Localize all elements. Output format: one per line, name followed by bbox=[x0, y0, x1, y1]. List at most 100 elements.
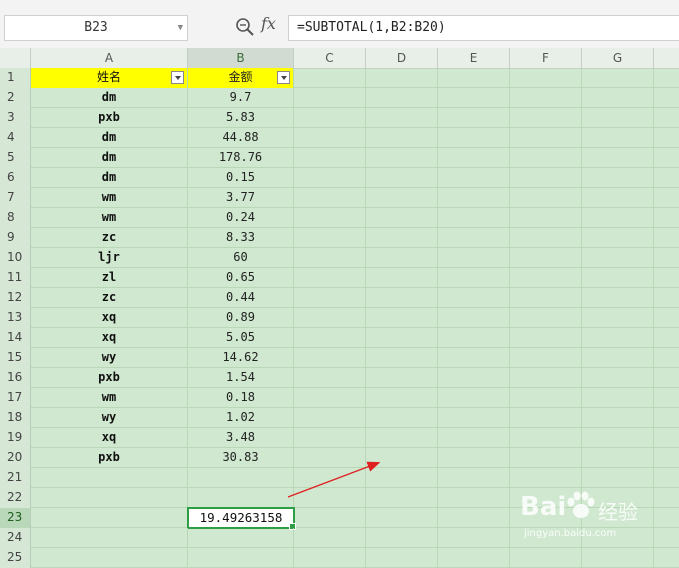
cell-b[interactable] bbox=[188, 468, 294, 488]
cell-f[interactable] bbox=[510, 148, 582, 168]
cell-a[interactable] bbox=[31, 508, 188, 528]
cell-e[interactable] bbox=[438, 328, 510, 348]
cell-amount[interactable]: 0.65 bbox=[188, 268, 294, 288]
cell-c[interactable] bbox=[294, 548, 366, 568]
fx-icon[interactable]: fx bbox=[261, 14, 276, 33]
cell-name[interactable]: xq bbox=[31, 428, 188, 448]
cell-f[interactable] bbox=[510, 168, 582, 188]
cell-f[interactable] bbox=[510, 548, 582, 568]
cell-amount[interactable]: 60 bbox=[188, 248, 294, 268]
cell-f[interactable] bbox=[510, 408, 582, 428]
cell-d[interactable] bbox=[366, 128, 438, 148]
cell-g[interactable] bbox=[582, 108, 654, 128]
cell-e[interactable] bbox=[438, 368, 510, 388]
row-header[interactable]: 21 bbox=[0, 468, 31, 488]
cell-e[interactable] bbox=[438, 168, 510, 188]
chevron-down-icon[interactable]: ▼ bbox=[178, 16, 183, 40]
cell-name[interactable]: wm bbox=[31, 188, 188, 208]
cell-g[interactable] bbox=[582, 228, 654, 248]
cell-name[interactable]: wy bbox=[31, 348, 188, 368]
row-header[interactable]: 23 bbox=[0, 508, 31, 528]
cell-g[interactable] bbox=[582, 308, 654, 328]
cell-e[interactable] bbox=[438, 288, 510, 308]
cell-name[interactable]: zl bbox=[31, 268, 188, 288]
select-all-corner[interactable] bbox=[0, 48, 31, 68]
row-header[interactable]: 6 bbox=[0, 168, 31, 188]
cell-d[interactable] bbox=[366, 468, 438, 488]
cell-c[interactable] bbox=[294, 168, 366, 188]
row-header[interactable]: 18 bbox=[0, 408, 31, 428]
cell-b[interactable] bbox=[188, 488, 294, 508]
row-header[interactable]: 13 bbox=[0, 308, 31, 328]
row-header[interactable]: 5 bbox=[0, 148, 31, 168]
cell-d[interactable] bbox=[366, 448, 438, 468]
cell-g[interactable] bbox=[582, 408, 654, 428]
cell-d[interactable] bbox=[366, 248, 438, 268]
column-header-b[interactable]: B bbox=[188, 48, 294, 68]
cell-c[interactable] bbox=[294, 148, 366, 168]
cell-c[interactable] bbox=[294, 208, 366, 228]
cell-name[interactable]: wm bbox=[31, 388, 188, 408]
zoom-icon[interactable] bbox=[235, 17, 255, 37]
cell-g[interactable] bbox=[582, 448, 654, 468]
column-header-f[interactable]: F bbox=[510, 48, 582, 68]
cell-a[interactable] bbox=[31, 548, 188, 568]
cell-name[interactable]: zc bbox=[31, 228, 188, 248]
cell-f[interactable] bbox=[510, 188, 582, 208]
cell-f[interactable] bbox=[510, 308, 582, 328]
cell-d[interactable] bbox=[366, 148, 438, 168]
cell-f[interactable] bbox=[510, 448, 582, 468]
cell-d[interactable] bbox=[366, 168, 438, 188]
cell-amount[interactable]: 1.54 bbox=[188, 368, 294, 388]
row-header[interactable]: 1 bbox=[0, 68, 31, 88]
cell-e[interactable] bbox=[438, 508, 510, 528]
cell-c[interactable] bbox=[294, 388, 366, 408]
row-header[interactable]: 4 bbox=[0, 128, 31, 148]
row-header[interactable]: 16 bbox=[0, 368, 31, 388]
cell-name[interactable]: dm bbox=[31, 168, 188, 188]
cell-amount[interactable]: 3.48 bbox=[188, 428, 294, 448]
cell-f[interactable] bbox=[510, 288, 582, 308]
cell-e[interactable] bbox=[438, 528, 510, 548]
cell-e[interactable] bbox=[438, 148, 510, 168]
cell-c[interactable] bbox=[294, 88, 366, 108]
formula-input[interactable]: =SUBTOTAL(1,B2:B20) bbox=[288, 15, 679, 41]
cell-d[interactable] bbox=[366, 88, 438, 108]
cell-name[interactable]: xq bbox=[31, 308, 188, 328]
cell-e[interactable] bbox=[438, 468, 510, 488]
cell-f[interactable] bbox=[510, 228, 582, 248]
cell-e[interactable] bbox=[438, 248, 510, 268]
cell-c[interactable] bbox=[294, 108, 366, 128]
cell-c[interactable] bbox=[294, 408, 366, 428]
cell-d[interactable] bbox=[366, 108, 438, 128]
cell-e[interactable] bbox=[438, 88, 510, 108]
row-header[interactable]: 3 bbox=[0, 108, 31, 128]
cell-c[interactable] bbox=[294, 188, 366, 208]
cell-g[interactable] bbox=[582, 428, 654, 448]
column-header-d[interactable]: D bbox=[366, 48, 438, 68]
cell-amount[interactable]: 0.15 bbox=[188, 168, 294, 188]
row-header[interactable]: 24 bbox=[0, 528, 31, 548]
row-header[interactable]: 2 bbox=[0, 88, 31, 108]
cell-d[interactable] bbox=[366, 548, 438, 568]
cell-d[interactable] bbox=[366, 428, 438, 448]
cell-e[interactable] bbox=[438, 348, 510, 368]
cell-amount[interactable]: 8.33 bbox=[188, 228, 294, 248]
cell-g[interactable] bbox=[582, 188, 654, 208]
cell-amount[interactable]: 0.24 bbox=[188, 208, 294, 228]
cell-g[interactable] bbox=[582, 68, 654, 88]
row-header[interactable]: 12 bbox=[0, 288, 31, 308]
cell-c[interactable] bbox=[294, 288, 366, 308]
row-header[interactable]: 7 bbox=[0, 188, 31, 208]
cell-d[interactable] bbox=[366, 188, 438, 208]
cell-d[interactable] bbox=[366, 208, 438, 228]
cell-amount[interactable]: 3.77 bbox=[188, 188, 294, 208]
cell-g[interactable] bbox=[582, 548, 654, 568]
cell-amount[interactable]: 30.83 bbox=[188, 448, 294, 468]
cell-d[interactable] bbox=[366, 328, 438, 348]
cell-b[interactable] bbox=[188, 548, 294, 568]
cell-c[interactable] bbox=[294, 368, 366, 388]
cell-g[interactable] bbox=[582, 248, 654, 268]
cell-d[interactable] bbox=[366, 528, 438, 548]
cell-f[interactable] bbox=[510, 108, 582, 128]
